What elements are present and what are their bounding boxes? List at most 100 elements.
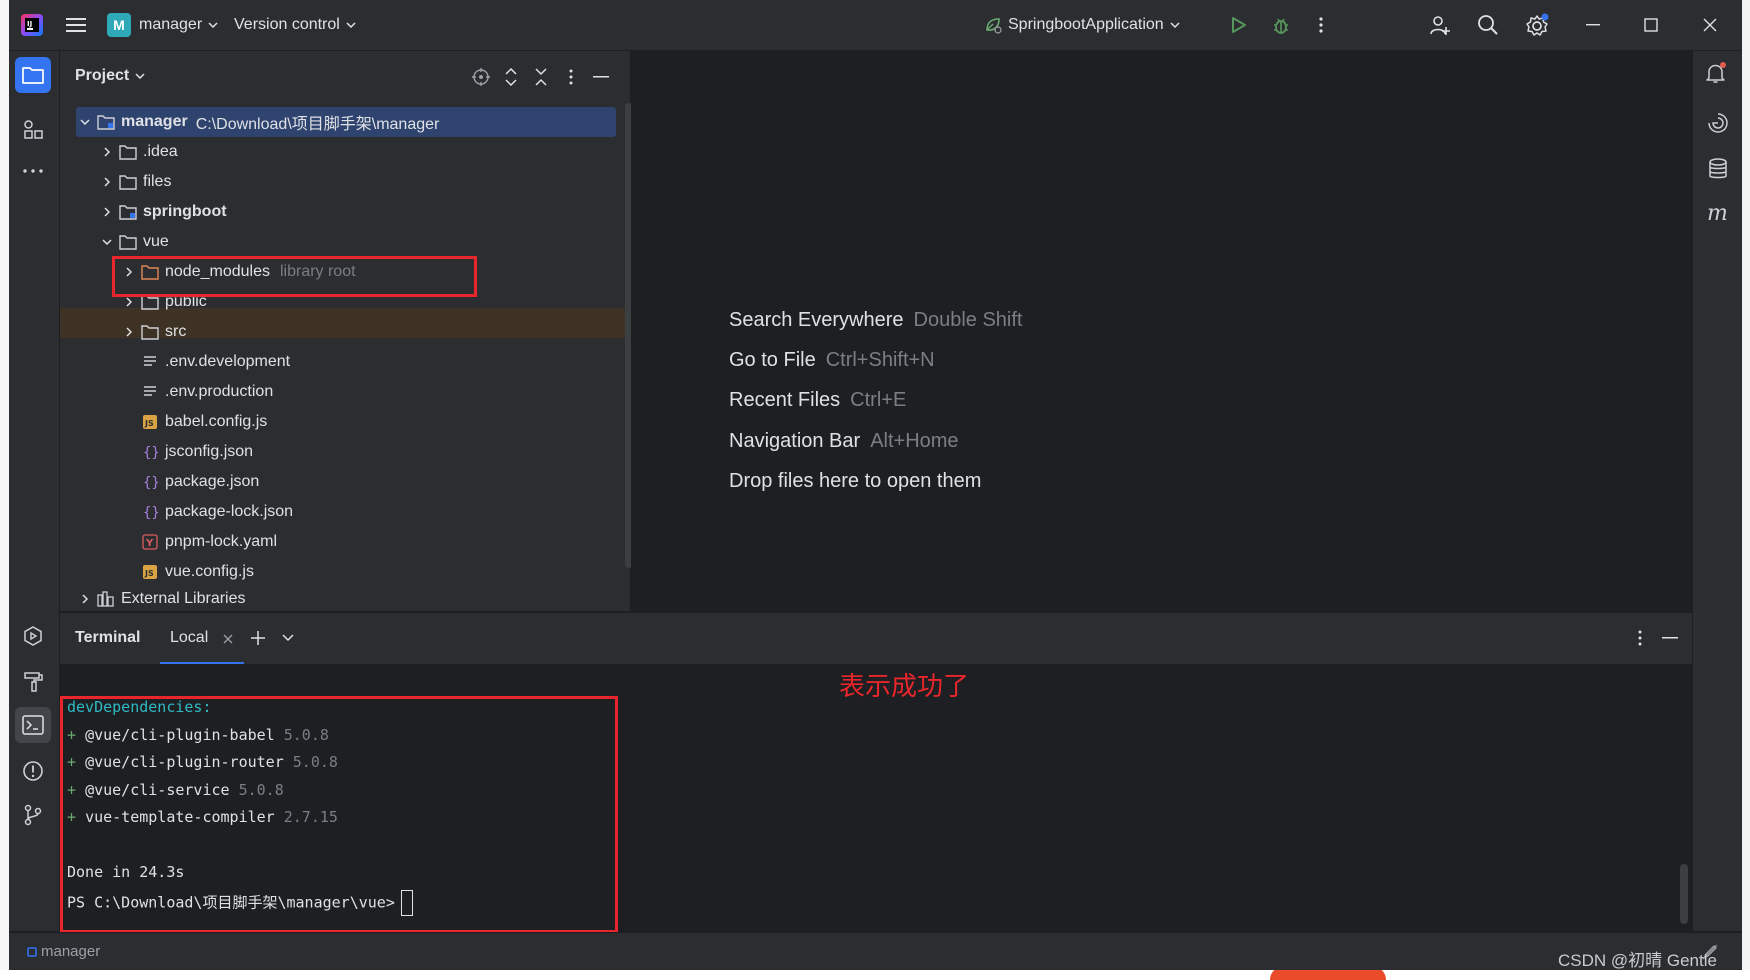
left-tool-strip bbox=[9, 51, 60, 931]
tree-label: package-lock.json bbox=[165, 503, 294, 520]
services-icon[interactable] bbox=[19, 622, 47, 650]
chevron-down-icon bbox=[75, 119, 95, 125]
welcome-shortcut: Ctrl+E bbox=[850, 389, 907, 411]
terminal-scrollbar[interactable] bbox=[1680, 864, 1688, 924]
minimize-window-icon[interactable] bbox=[1581, 13, 1605, 37]
welcome-recent-files[interactable]: Recent Files Ctrl+E bbox=[729, 389, 906, 412]
module-folder-icon bbox=[95, 114, 117, 130]
structure-icon[interactable] bbox=[19, 115, 47, 143]
tree-item-pnpm-lock[interactable]: Y pnpm-lock.yaml bbox=[60, 527, 709, 557]
problems-icon[interactable] bbox=[19, 757, 47, 785]
terminal-output[interactable]: 表示成功了 devDependencies: + @vue/cli-plugin… bbox=[60, 664, 1692, 933]
tree-item-env-development[interactable]: .env.development bbox=[60, 347, 709, 377]
hide-terminal-icon[interactable] bbox=[1660, 628, 1680, 648]
settings-gear-icon[interactable] bbox=[1523, 11, 1551, 39]
svg-text:{}: {} bbox=[143, 475, 158, 490]
welcome-navigation-bar[interactable]: Navigation Bar Alt+Home bbox=[729, 430, 959, 453]
tree-item-files[interactable]: files bbox=[60, 167, 667, 197]
tree-item-external-libraries[interactable]: External Libraries bbox=[60, 587, 645, 611]
module-square-icon bbox=[27, 946, 37, 957]
tree-label: babel.config.js bbox=[165, 413, 268, 430]
tree-label: vue bbox=[143, 233, 169, 250]
database-icon[interactable] bbox=[1704, 155, 1732, 183]
module-folder-icon bbox=[117, 204, 139, 220]
version-control-label: Version control bbox=[234, 16, 340, 33]
project-selector[interactable]: M manager bbox=[107, 0, 218, 50]
folder-icon bbox=[117, 174, 139, 190]
welcome-search-everywhere[interactable]: Search Everywhere Double Shift bbox=[729, 309, 1023, 332]
project-badge: M bbox=[107, 13, 131, 37]
terminal-title: Terminal bbox=[75, 629, 141, 646]
background-edge-left bbox=[0, 0, 9, 980]
project-panel: Project manager C:\Download\项目脚手架\manage… bbox=[60, 51, 633, 611]
tree-label: External Libraries bbox=[121, 590, 246, 607]
tree-path: C:\Download\项目脚手架\manager bbox=[195, 116, 440, 133]
javascript-file-icon: JS bbox=[139, 564, 161, 580]
welcome-shortcut: Alt+Home bbox=[870, 430, 959, 452]
debug-icon[interactable] bbox=[1269, 13, 1293, 37]
svg-text:IJ: IJ bbox=[27, 20, 32, 28]
status-project-crumb[interactable]: manager bbox=[27, 943, 100, 960]
tree-label: .env.development bbox=[165, 353, 291, 370]
project-tool-folder-icon[interactable] bbox=[15, 57, 51, 93]
maximize-window-icon[interactable] bbox=[1639, 13, 1663, 37]
yaml-file-icon: Y bbox=[139, 534, 161, 550]
hide-panel-icon[interactable] bbox=[590, 66, 612, 88]
tree-item-src[interactable]: src bbox=[60, 317, 689, 347]
terminal-tab-local[interactable]: Local bbox=[170, 629, 208, 647]
chevron-right-icon bbox=[97, 207, 117, 217]
tree-item-manager[interactable]: manager C:\Download\项目脚手架\manager bbox=[60, 107, 645, 137]
ai-assistant-icon[interactable] bbox=[1704, 109, 1732, 137]
tree-item-idea[interactable]: .idea bbox=[60, 137, 667, 167]
tree-item-package-json[interactable]: {} package.json bbox=[60, 467, 709, 497]
tree-item-env-production[interactable]: .env.production bbox=[60, 377, 709, 407]
more-tools-icon[interactable] bbox=[19, 163, 47, 179]
library-icon bbox=[95, 591, 117, 607]
project-panel-title[interactable]: Project bbox=[75, 67, 145, 85]
project-panel-title-label: Project bbox=[75, 67, 130, 84]
version-control-menu[interactable]: Version control bbox=[234, 0, 356, 50]
expand-all-icon[interactable] bbox=[500, 66, 522, 88]
folder-icon bbox=[117, 234, 139, 250]
tree-item-babel-config[interactable]: JS babel.config.js bbox=[60, 407, 709, 437]
main-menu-icon[interactable] bbox=[63, 13, 89, 37]
more-actions-icon[interactable] bbox=[1309, 13, 1333, 37]
title-bar: IJ M manager Version control SpringbootA… bbox=[9, 0, 1742, 51]
terminal-options-icon[interactable] bbox=[1630, 628, 1650, 648]
watermark: CSDN @初晴 Gentle bbox=[1558, 951, 1717, 970]
chevron-down-icon[interactable] bbox=[278, 628, 298, 648]
success-annotation: 表示成功了 bbox=[839, 672, 970, 702]
annotation-highlight-box bbox=[60, 696, 618, 933]
collapse-all-icon[interactable] bbox=[530, 66, 552, 88]
add-user-icon[interactable] bbox=[1427, 12, 1453, 38]
locate-file-icon[interactable] bbox=[470, 66, 492, 88]
new-tab-plus-icon[interactable] bbox=[248, 628, 268, 648]
build-hammer-icon[interactable] bbox=[19, 667, 47, 695]
folder-icon bbox=[139, 324, 161, 340]
run-configuration-selector[interactable]: SpringbootApplication bbox=[984, 0, 1180, 50]
close-window-icon[interactable] bbox=[1698, 13, 1722, 37]
welcome-go-to-file[interactable]: Go to File Ctrl+Shift+N bbox=[729, 349, 935, 372]
run-icon[interactable] bbox=[1227, 13, 1251, 37]
tree-item-jsconfig[interactable]: {} jsconfig.json bbox=[60, 437, 709, 467]
tree-label: vue.config.js bbox=[165, 563, 254, 580]
git-branch-icon[interactable] bbox=[19, 801, 47, 829]
terminal-tab-label: Local bbox=[170, 629, 209, 646]
tree-item-vue[interactable]: vue bbox=[60, 227, 667, 257]
tree-label: pnpm-lock.yaml bbox=[165, 533, 278, 550]
panel-options-icon[interactable] bbox=[560, 66, 582, 88]
terminal-tool-icon[interactable] bbox=[15, 707, 51, 743]
welcome-label: Go to File bbox=[729, 349, 816, 371]
chevron-right-icon bbox=[97, 147, 117, 157]
javascript-file-icon: JS bbox=[139, 414, 161, 430]
svg-text:{}: {} bbox=[143, 505, 158, 520]
close-tab-icon[interactable] bbox=[221, 632, 235, 646]
tree-item-package-lock[interactable]: {} package-lock.json bbox=[60, 497, 709, 527]
tree-item-vue-config[interactable]: JS vue.config.js bbox=[60, 557, 709, 587]
tree-item-springboot[interactable]: springboot bbox=[60, 197, 667, 227]
search-icon[interactable] bbox=[1475, 12, 1501, 38]
maven-icon[interactable]: m bbox=[1704, 199, 1732, 227]
notifications-bell-icon[interactable] bbox=[1704, 61, 1728, 85]
terminal-header: Terminal Local bbox=[60, 612, 1692, 665]
background-edge-bottom bbox=[0, 970, 1750, 980]
